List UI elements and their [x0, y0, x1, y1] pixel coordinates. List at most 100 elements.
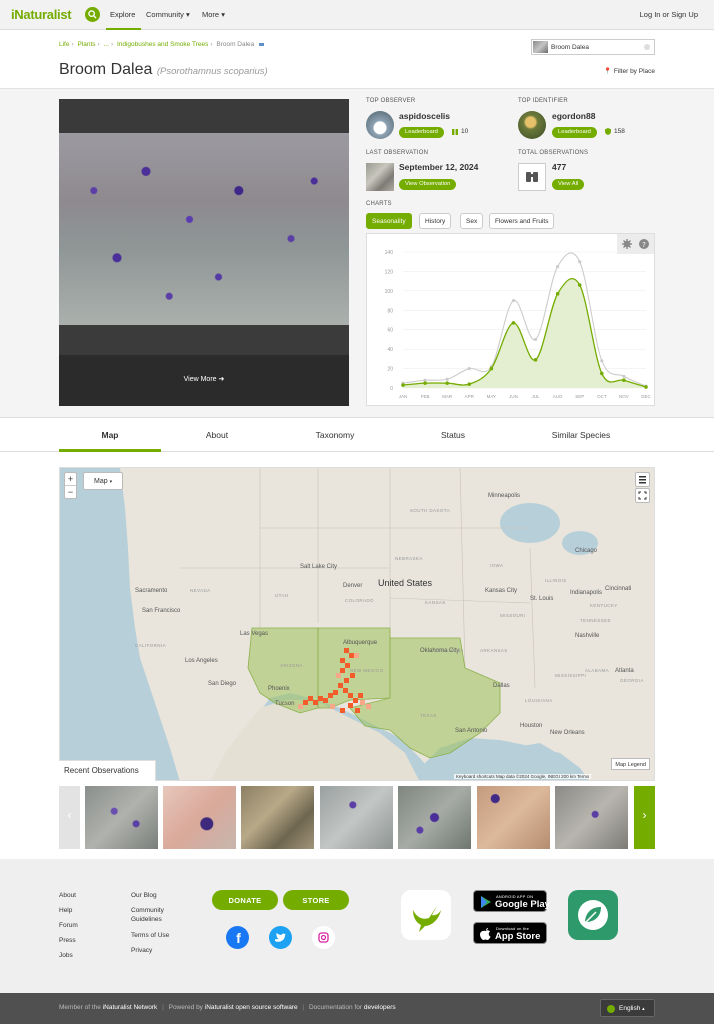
series-point-main — [555, 291, 560, 296]
map-state-label: ILLINOIS — [545, 578, 567, 583]
map-state-label: KENTUCKY — [590, 603, 618, 608]
view-all-observations-button[interactable]: View All — [552, 179, 585, 190]
chart-tab-flowers-fruits[interactable]: Flowers and Fruits — [489, 213, 555, 229]
footer-link-forum[interactable]: Forum — [59, 921, 78, 930]
breadcrumb-ellipsis[interactable]: ... — [104, 41, 109, 48]
clear-search-icon[interactable] — [644, 44, 650, 50]
series-point-main — [577, 283, 582, 287]
footer-link-about[interactable]: About — [59, 891, 76, 900]
donate-button[interactable]: DONATE — [212, 890, 278, 910]
map-city-label: Atlanta — [615, 668, 634, 674]
footer-link-jobs[interactable]: Jobs — [59, 951, 73, 960]
series-area-fill — [403, 278, 646, 388]
tab-about[interactable]: About — [167, 430, 267, 440]
top-identifier-leaderboard-button[interactable]: Leaderboard — [552, 127, 597, 138]
view-more-photos-link[interactable]: View More ➜ — [59, 375, 349, 383]
documentation-text: Documentation for — [308, 1004, 363, 1011]
open-source-link[interactable]: iNaturalist open source software — [205, 1004, 298, 1011]
zoom-out-button[interactable]: − — [65, 486, 76, 499]
login-signup-link[interactable]: Log In or Sign Up — [640, 10, 698, 19]
recent-observation-thumb[interactable] — [398, 786, 471, 849]
inaturalist-app-icon[interactable] — [401, 890, 451, 940]
seek-app-icon[interactable] — [568, 890, 618, 940]
footer-link-terms[interactable]: Terms of Use — [131, 931, 169, 940]
last-observation-thumbnail[interactable] — [366, 163, 394, 191]
recent-observation-thumb[interactable] — [320, 786, 393, 849]
tab-similar-species[interactable]: Similar Species — [531, 430, 631, 440]
map-legend-button[interactable]: Map Legend — [611, 758, 650, 770]
chart-tab-history[interactable]: History — [419, 213, 452, 229]
app-store-badge[interactable]: Download on the App Store — [473, 922, 547, 944]
top-observer-name[interactable]: aspidoscelis — [399, 111, 450, 121]
view-observation-button[interactable]: View Observation — [399, 179, 457, 190]
footer-link-blog[interactable]: Our Blog — [131, 891, 157, 900]
nav-community[interactable]: Community ▾ — [146, 10, 190, 19]
breadcrumb-life[interactable]: Life — [59, 41, 69, 48]
map-city-label: Albuquerque — [343, 640, 378, 646]
fullscreen-icon[interactable] — [635, 488, 650, 503]
series-point-main — [445, 381, 449, 385]
recent-observation-thumb[interactable] — [163, 786, 236, 849]
breadcrumb-plants[interactable]: Plants — [77, 41, 95, 48]
recent-observation-thumb[interactable] — [477, 786, 550, 849]
top-observer-avatar[interactable] — [366, 111, 394, 139]
top-observer-leaderboard-button[interactable]: Leaderboard — [399, 127, 444, 138]
top-identifier-avatar[interactable] — [518, 111, 546, 139]
map-attribution[interactable]: Keyboard shortcuts Map data ©2024 Google… — [454, 774, 592, 779]
facebook-icon[interactable]: f — [226, 926, 249, 949]
inaturalist-logo[interactable]: iNaturalist — [11, 7, 72, 22]
taxon-photo[interactable] — [59, 133, 349, 325]
series-point-main — [511, 321, 516, 325]
chevron-down-icon: ▾ — [221, 10, 225, 19]
footer-link-press[interactable]: Press — [59, 936, 76, 945]
map-city-label: Kansas City — [485, 588, 518, 594]
developers-link[interactable]: developers — [364, 1004, 396, 1011]
google-play-badge[interactable]: ANDROID APP ON Google Play — [473, 890, 550, 912]
chart-tab-sex[interactable]: Sex — [460, 213, 484, 229]
expand-breadcrumb-icon[interactable] — [259, 42, 265, 46]
map-city-label: Nashville — [575, 633, 600, 639]
filter-by-place-button[interactable]: 📍 Filter by Place — [604, 67, 655, 75]
breadcrumb-indigobushes[interactable]: Indigobushes and Smoke Trees — [117, 41, 208, 48]
tab-taxonomy[interactable]: Taxonomy — [285, 430, 385, 440]
instagram-icon[interactable] — [312, 926, 335, 949]
top-identifier-count: 158 — [614, 128, 625, 135]
language-selector[interactable]: English ▴ — [600, 999, 655, 1017]
taxon-search-input[interactable] — [551, 41, 641, 53]
store-button[interactable]: STORE — [283, 890, 349, 910]
zoom-in-button[interactable]: + — [65, 473, 76, 486]
series-point-main — [644, 385, 648, 389]
nav-explore[interactable]: Explore — [110, 10, 135, 19]
taxon-photo-viewer[interactable]: View More ➜ — [59, 99, 349, 406]
carousel-prev-button[interactable]: ‹ — [59, 786, 80, 849]
map-state-label: ARIZONA — [280, 663, 303, 668]
recent-observations-label: Recent Observations — [59, 760, 156, 781]
total-observations-count: 477 — [552, 162, 567, 172]
breadcrumb: Life › Plants › ... › Indigobushes and Smok… — [59, 41, 265, 48]
tab-status[interactable]: Status — [403, 430, 503, 440]
tab-map[interactable]: Map — [60, 430, 160, 440]
nav-more[interactable]: More ▾ — [202, 10, 225, 19]
map-city-label: Indianapolis — [570, 590, 603, 596]
recent-observation-thumb[interactable] — [241, 786, 314, 849]
footer-link-privacy[interactable]: Privacy — [131, 946, 152, 955]
map-type-select[interactable]: Map ▾ — [83, 472, 123, 490]
gear-icon[interactable] — [622, 239, 632, 249]
inaturalist-network-link[interactable]: iNaturalist Network — [103, 1004, 158, 1011]
help-icon[interactable]: ? — [639, 239, 649, 249]
carousel-next-button[interactable]: › — [634, 786, 655, 849]
chevron-down-icon: ▾ — [109, 479, 113, 485]
chart-tab-seasonality[interactable]: Seasonality — [366, 213, 412, 229]
recent-observation-thumb[interactable] — [85, 786, 158, 849]
observation-map[interactable]: United States Minneapolis Chicago Denver Ka… — [59, 467, 655, 781]
twitter-icon[interactable] — [269, 926, 292, 949]
map-state-label: GEORGIA — [620, 678, 644, 683]
layers-icon[interactable] — [635, 472, 650, 487]
footer-link-help[interactable]: Help — [59, 906, 72, 915]
map-state-label: NEW MEXICO — [350, 668, 384, 673]
search-icon[interactable] — [85, 7, 100, 22]
recent-observation-thumb[interactable] — [555, 786, 628, 849]
footer-link-guidelines[interactable]: Community Guidelines — [131, 906, 181, 924]
top-identifier-name[interactable]: egordon88 — [552, 111, 595, 121]
y-tick-label: 140 — [385, 250, 394, 256]
